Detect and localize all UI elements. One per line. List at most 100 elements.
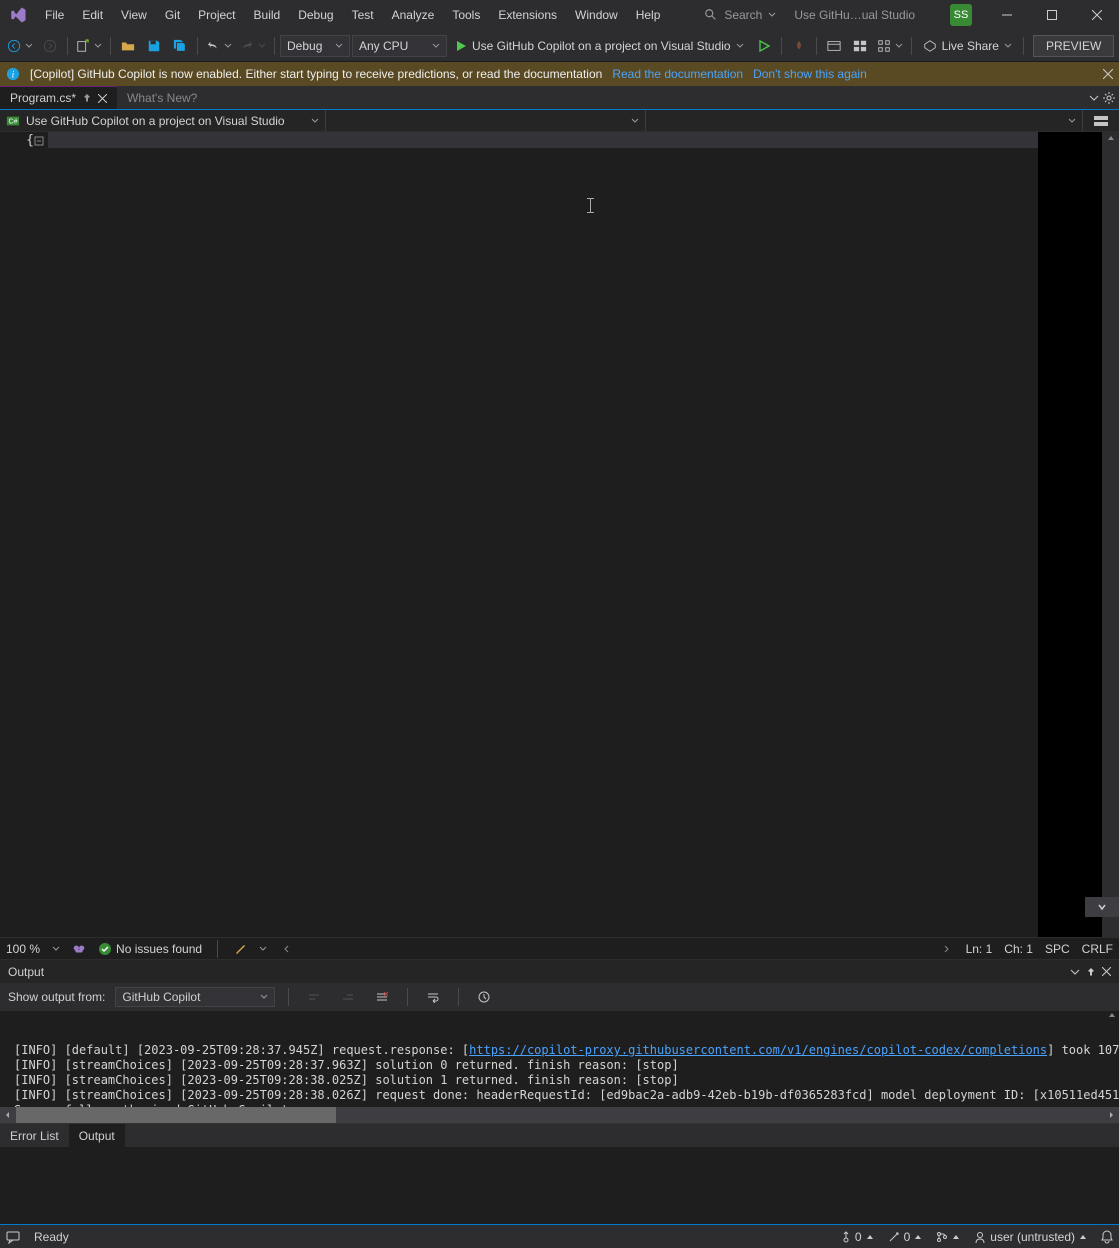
output-source-combo[interactable]: GitHub Copilot bbox=[115, 987, 275, 1007]
timestamp-button[interactable] bbox=[472, 985, 496, 1009]
person-icon bbox=[974, 1231, 986, 1243]
menu-extensions[interactable]: Extensions bbox=[489, 0, 566, 30]
layout-button[interactable] bbox=[874, 34, 906, 58]
hscroll-left-button[interactable] bbox=[0, 1107, 16, 1123]
bottom-tab-error-list[interactable]: Error List bbox=[0, 1124, 69, 1147]
git-push-indicator[interactable]: 0 bbox=[841, 1230, 874, 1244]
bottom-tab-output[interactable]: Output bbox=[69, 1124, 125, 1147]
pin-icon[interactable] bbox=[82, 93, 92, 103]
read-docs-link[interactable]: Read the documentation bbox=[612, 67, 743, 81]
nav-forward-button[interactable] bbox=[38, 34, 62, 58]
zoom-dropdown-icon[interactable] bbox=[52, 945, 60, 953]
preview-button[interactable]: PREVIEW bbox=[1033, 35, 1114, 57]
csharp-project-icon: C# bbox=[6, 114, 20, 128]
save-all-button[interactable] bbox=[168, 34, 192, 58]
git-changes-indicator[interactable]: 0 bbox=[888, 1230, 923, 1244]
clear-output-button[interactable] bbox=[370, 985, 394, 1009]
undo-button[interactable] bbox=[203, 34, 235, 58]
config-combo[interactable]: Debug bbox=[280, 35, 350, 57]
code-editor[interactable] bbox=[48, 132, 1038, 937]
scroll-right-button[interactable] bbox=[938, 941, 954, 957]
goto-next-button[interactable] bbox=[336, 985, 360, 1009]
pin-panel-icon[interactable] bbox=[1086, 967, 1096, 977]
hot-reload-button[interactable] bbox=[787, 34, 811, 58]
tab-whats-new[interactable]: What's New? bbox=[117, 86, 207, 109]
close-button[interactable] bbox=[1074, 0, 1119, 30]
start-debug-button[interactable]: Use GitHub Copilot on a project on Visua… bbox=[449, 34, 750, 58]
scroll-up-icon[interactable] bbox=[1107, 1011, 1117, 1021]
toolbox-button[interactable] bbox=[848, 34, 872, 58]
output-line: [INFO] [default] [2023-09-25T09:28:37.94… bbox=[14, 1043, 1105, 1058]
output-link[interactable]: https://copilot-proxy.githubusercontent.… bbox=[469, 1043, 1047, 1057]
panel-menu-icon[interactable] bbox=[1070, 967, 1080, 977]
user-account-status[interactable]: user (untrusted) bbox=[974, 1230, 1087, 1244]
maximize-button[interactable] bbox=[1029, 0, 1074, 30]
editor-gutter: { bbox=[0, 132, 48, 937]
cleanup-dropdown-icon[interactable] bbox=[259, 945, 267, 953]
close-panel-icon[interactable] bbox=[1102, 967, 1111, 976]
check-icon bbox=[98, 942, 112, 956]
output-line: [INFO] [streamChoices] [2023-09-25T09:28… bbox=[14, 1073, 1105, 1088]
start-without-debug-button[interactable] bbox=[752, 34, 776, 58]
live-share-button[interactable]: Live Share bbox=[917, 34, 1018, 58]
notification-bar: i [Copilot] GitHub Copilot is now enable… bbox=[0, 62, 1119, 86]
menu-test[interactable]: Test bbox=[343, 0, 383, 30]
scroll-down-button[interactable] bbox=[1085, 897, 1119, 917]
feedback-icon[interactable] bbox=[6, 1230, 20, 1244]
info-icon: i bbox=[6, 67, 20, 81]
hscroll-thumb[interactable] bbox=[16, 1107, 336, 1123]
vs-logo-icon bbox=[0, 6, 36, 24]
menu-tools[interactable]: Tools bbox=[443, 0, 489, 30]
no-issues-indicator[interactable]: No issues found bbox=[98, 942, 202, 956]
output-hscroll[interactable] bbox=[0, 1107, 1119, 1123]
browse-button[interactable] bbox=[822, 34, 846, 58]
close-tab-icon[interactable] bbox=[98, 94, 107, 103]
open-file-button[interactable] bbox=[116, 34, 140, 58]
dismiss-link[interactable]: Don't show this again bbox=[753, 67, 867, 81]
member-scope-combo[interactable] bbox=[646, 110, 1083, 131]
indent-mode[interactable]: SPC bbox=[1045, 942, 1070, 956]
tab-overflow-icon[interactable] bbox=[1089, 93, 1099, 103]
output-text[interactable]: [INFO] [default] [2023-09-25T09:28:37.94… bbox=[0, 1011, 1119, 1107]
svg-text:i: i bbox=[12, 70, 15, 81]
menu-git[interactable]: Git bbox=[156, 0, 189, 30]
close-notification-button[interactable] bbox=[1103, 69, 1113, 79]
menu-file[interactable]: File bbox=[36, 0, 73, 30]
output-line: [INFO] [streamChoices] [2023-09-25T09:28… bbox=[14, 1088, 1105, 1103]
type-scope-combo[interactable] bbox=[326, 110, 646, 131]
notification-text: [Copilot] GitHub Copilot is now enabled.… bbox=[30, 67, 602, 81]
goto-prev-button[interactable] bbox=[302, 985, 326, 1009]
zoom-level[interactable]: 100 % bbox=[6, 942, 40, 956]
user-badge[interactable]: SS bbox=[950, 4, 972, 26]
brush-icon[interactable] bbox=[233, 942, 247, 956]
word-wrap-button[interactable] bbox=[421, 985, 445, 1009]
save-button[interactable] bbox=[142, 34, 166, 58]
notifications-button[interactable] bbox=[1101, 1230, 1113, 1244]
nav-back-button[interactable] bbox=[4, 34, 36, 58]
hscroll-right-button[interactable] bbox=[1103, 1107, 1119, 1123]
menu-debug[interactable]: Debug bbox=[289, 0, 342, 30]
minimap[interactable] bbox=[1038, 132, 1102, 937]
menu-view[interactable]: View bbox=[112, 0, 156, 30]
tab-program-cs[interactable]: Program.cs* bbox=[0, 86, 117, 109]
split-editor-button[interactable] bbox=[1083, 116, 1119, 126]
minimize-button[interactable] bbox=[984, 0, 1029, 30]
gear-icon[interactable] bbox=[1103, 92, 1115, 104]
search-box[interactable]: Search bbox=[704, 8, 776, 22]
git-repo-indicator[interactable] bbox=[936, 1231, 960, 1243]
scroll-left-button[interactable] bbox=[279, 941, 295, 957]
platform-combo[interactable]: Any CPU bbox=[352, 35, 447, 57]
new-item-button[interactable] bbox=[73, 34, 105, 58]
copilot-status-icon[interactable] bbox=[72, 942, 86, 956]
menu-analyze[interactable]: Analyze bbox=[383, 0, 444, 30]
menu-edit[interactable]: Edit bbox=[73, 0, 112, 30]
menu-project[interactable]: Project bbox=[189, 0, 244, 30]
redo-button[interactable] bbox=[237, 34, 269, 58]
menu-build[interactable]: Build bbox=[245, 0, 290, 30]
project-scope-combo[interactable]: C# Use GitHub Copilot on a project on Vi… bbox=[0, 110, 326, 131]
vertical-scrollbar[interactable] bbox=[1102, 132, 1119, 937]
menu-window[interactable]: Window bbox=[566, 0, 627, 30]
menu-help[interactable]: Help bbox=[627, 0, 670, 30]
line-ending[interactable]: CRLF bbox=[1082, 942, 1113, 956]
bell-icon bbox=[1101, 1230, 1113, 1244]
